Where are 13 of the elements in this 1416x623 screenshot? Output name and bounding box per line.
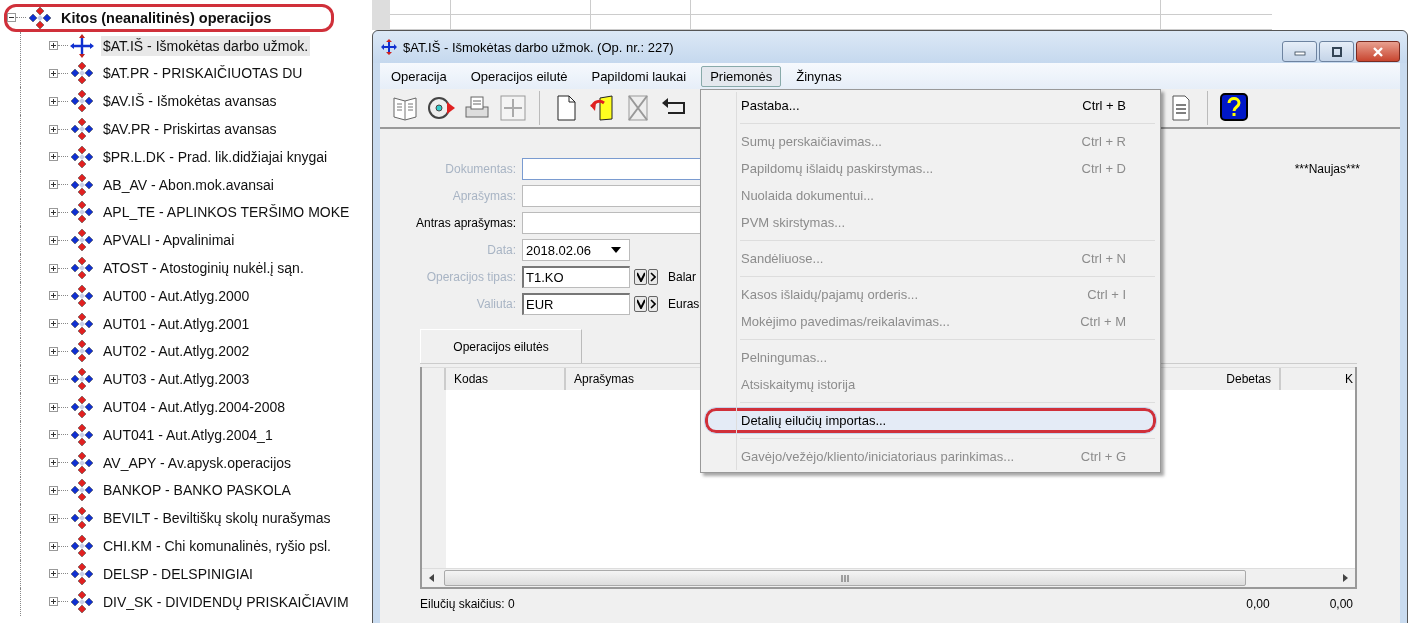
field-description: Euras	[668, 297, 700, 311]
field-label: Aprašymas:	[451, 189, 516, 203]
field-label: Antras aprašymas:	[414, 216, 516, 230]
total-value: 0,00	[1329, 597, 1353, 611]
window-title: $AT.IŠ - Išmokėtas darbo užmok. (Op. nr.: 227)	[403, 39, 674, 55]
field-description: Balar	[668, 270, 696, 284]
row-count: Eilučių skaičius: 0	[420, 597, 515, 611]
field-label: Valiuta:	[475, 297, 516, 311]
field-label: Data:	[486, 243, 516, 257]
total-value: 0,00	[1246, 597, 1270, 611]
field-label: Operacijos tipas:	[425, 270, 516, 284]
field-label: Dokumentas:	[444, 162, 516, 176]
status-label: ***Naujas***	[1294, 162, 1360, 178]
